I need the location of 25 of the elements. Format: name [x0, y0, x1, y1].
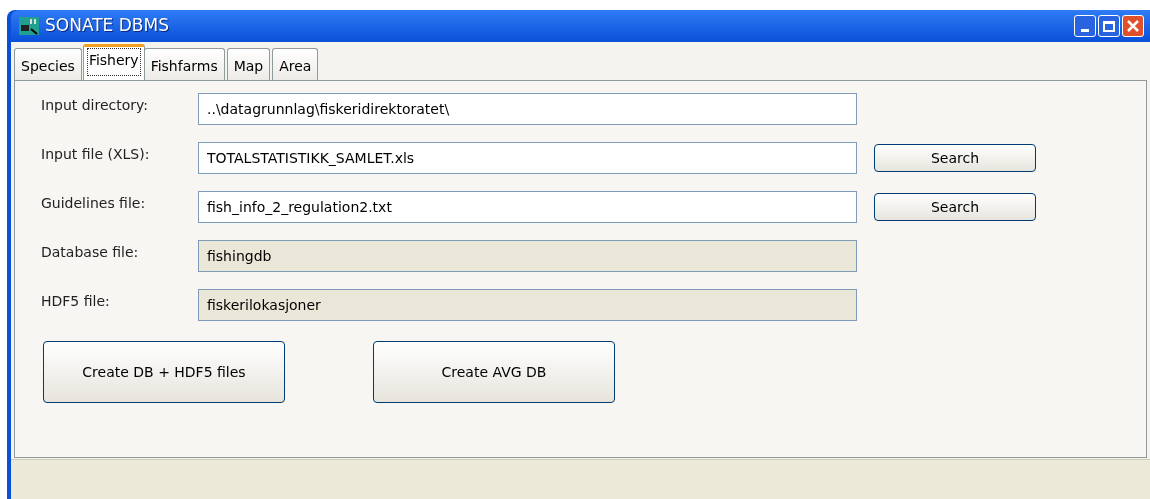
close-button[interactable]: [1122, 15, 1144, 37]
tab[interactable]: Area: [272, 48, 319, 80]
window-title: SONATE DBMS: [45, 14, 169, 38]
text-field[interactable]: TOTALSTATISTIKK_SAMLET.xls: [198, 142, 857, 174]
text-field[interactable]: fish_info_2_regulation2.txt: [198, 191, 857, 223]
action-button[interactable]: Create AVG DB: [373, 341, 615, 403]
maximize-button[interactable]: [1098, 15, 1120, 37]
search-button[interactable]: Search: [874, 193, 1036, 221]
app-icon: [19, 17, 39, 35]
field-label: Input file (XLS):: [41, 145, 151, 164]
action-button[interactable]: Create DB + HDF5 files: [43, 341, 285, 403]
text-field[interactable]: fiskerilokasjoner: [198, 289, 857, 321]
text-field[interactable]: fishingdb: [198, 240, 857, 272]
tab[interactable]: Map: [226, 48, 271, 80]
field-label: Database file:: [41, 243, 140, 262]
tab[interactable]: Fishery: [82, 44, 145, 80]
field-label: HDF5 file:: [41, 292, 111, 311]
close-icon: [1127, 20, 1139, 32]
text-field[interactable]: ..\datagrunnlag\fiskeridirektoratet\: [198, 93, 857, 125]
tab[interactable]: Species: [14, 48, 82, 80]
field-label: Input directory:: [41, 96, 150, 115]
minimize-button[interactable]: [1074, 15, 1096, 37]
search-button[interactable]: Search: [874, 144, 1036, 172]
field-label: Guidelines file:: [41, 194, 147, 213]
tab[interactable]: Fishfarms: [143, 48, 225, 80]
